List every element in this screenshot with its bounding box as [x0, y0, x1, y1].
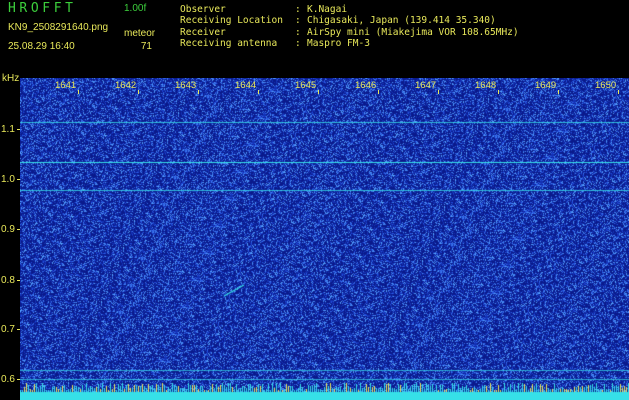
y-axis: 1.1 1.0 0.9 0.8 0.7 0.6: [0, 78, 20, 400]
x-tick-mark: [198, 90, 199, 94]
y-tick: 0.6: [0, 374, 20, 386]
x-tick-mark: [378, 90, 379, 94]
meteor-count: 71: [140, 41, 152, 52]
y-tick: 0.7: [0, 324, 20, 336]
x-tick-label: 1650: [595, 80, 617, 91]
x-tick-mark: [258, 90, 259, 94]
x-tick-label: 1643: [175, 80, 197, 91]
x-tick-mark: [438, 90, 439, 94]
version-label: 1.00f: [124, 3, 147, 14]
info-colon: :: [295, 4, 301, 15]
spectrogram-plot: 1641 1642 1643 1644 1645 1646 1647 1648 …: [20, 78, 629, 400]
y-tick: 0.8: [0, 275, 20, 287]
info-label: Receiving Location: [180, 15, 283, 26]
x-tick-mark: [558, 90, 559, 94]
x-tick-mark: [318, 90, 319, 94]
y-tick-label: 0.8: [1, 275, 15, 286]
info-colon: :: [295, 38, 301, 49]
info-label: Receiver: [180, 27, 226, 38]
x-tick-label: 1647: [415, 80, 437, 91]
x-tick-mark: [138, 90, 139, 94]
info-value: AirSpy mini (Miakejima VOR 108.65MHz): [307, 27, 519, 38]
filename-label: KN9_2508291640.png: [8, 22, 109, 33]
y-tick-label: 0.6: [1, 374, 15, 385]
datetime-label: 25.08.29 16:40: [8, 41, 75, 52]
info-colon: :: [295, 15, 301, 26]
spectrogram-image: [20, 78, 629, 400]
x-tick-mark: [78, 90, 79, 94]
meteor-label: meteor: [124, 28, 156, 39]
x-tick-label: 1644: [235, 80, 257, 91]
info-value: Maspro FM-3: [307, 38, 370, 49]
y-tick-label: 0.7: [1, 324, 15, 335]
info-label: Observer: [180, 4, 226, 15]
x-tick-label: 1648: [475, 80, 497, 91]
y-tick-label: 0.9: [1, 224, 15, 235]
x-tick-label: 1649: [535, 80, 557, 91]
y-tick-label: 1.1: [1, 124, 15, 135]
info-colon: :: [295, 27, 301, 38]
x-tick-label: 1642: [115, 80, 137, 91]
y-tick: 1.0: [0, 174, 20, 186]
info-label: Receiving antenna: [180, 38, 278, 49]
info-value: K.Nagai: [307, 4, 348, 15]
app-title: HROFFT: [8, 1, 77, 16]
x-tick-label: 1641: [55, 80, 77, 91]
info-value: Chigasaki, Japan (139.414 35.340): [307, 15, 496, 26]
header-panel: HROFFT 1.00f KN9_2508291640.png meteor 2…: [0, 0, 629, 78]
x-tick-label: 1645: [295, 80, 317, 91]
x-tick-mark: [618, 90, 619, 94]
y-tick-label: 1.0: [1, 174, 15, 185]
x-tick-mark: [498, 90, 499, 94]
y-tick: 1.1: [0, 124, 20, 136]
x-tick-label: 1646: [355, 80, 377, 91]
y-tick: 0.9: [0, 224, 20, 236]
